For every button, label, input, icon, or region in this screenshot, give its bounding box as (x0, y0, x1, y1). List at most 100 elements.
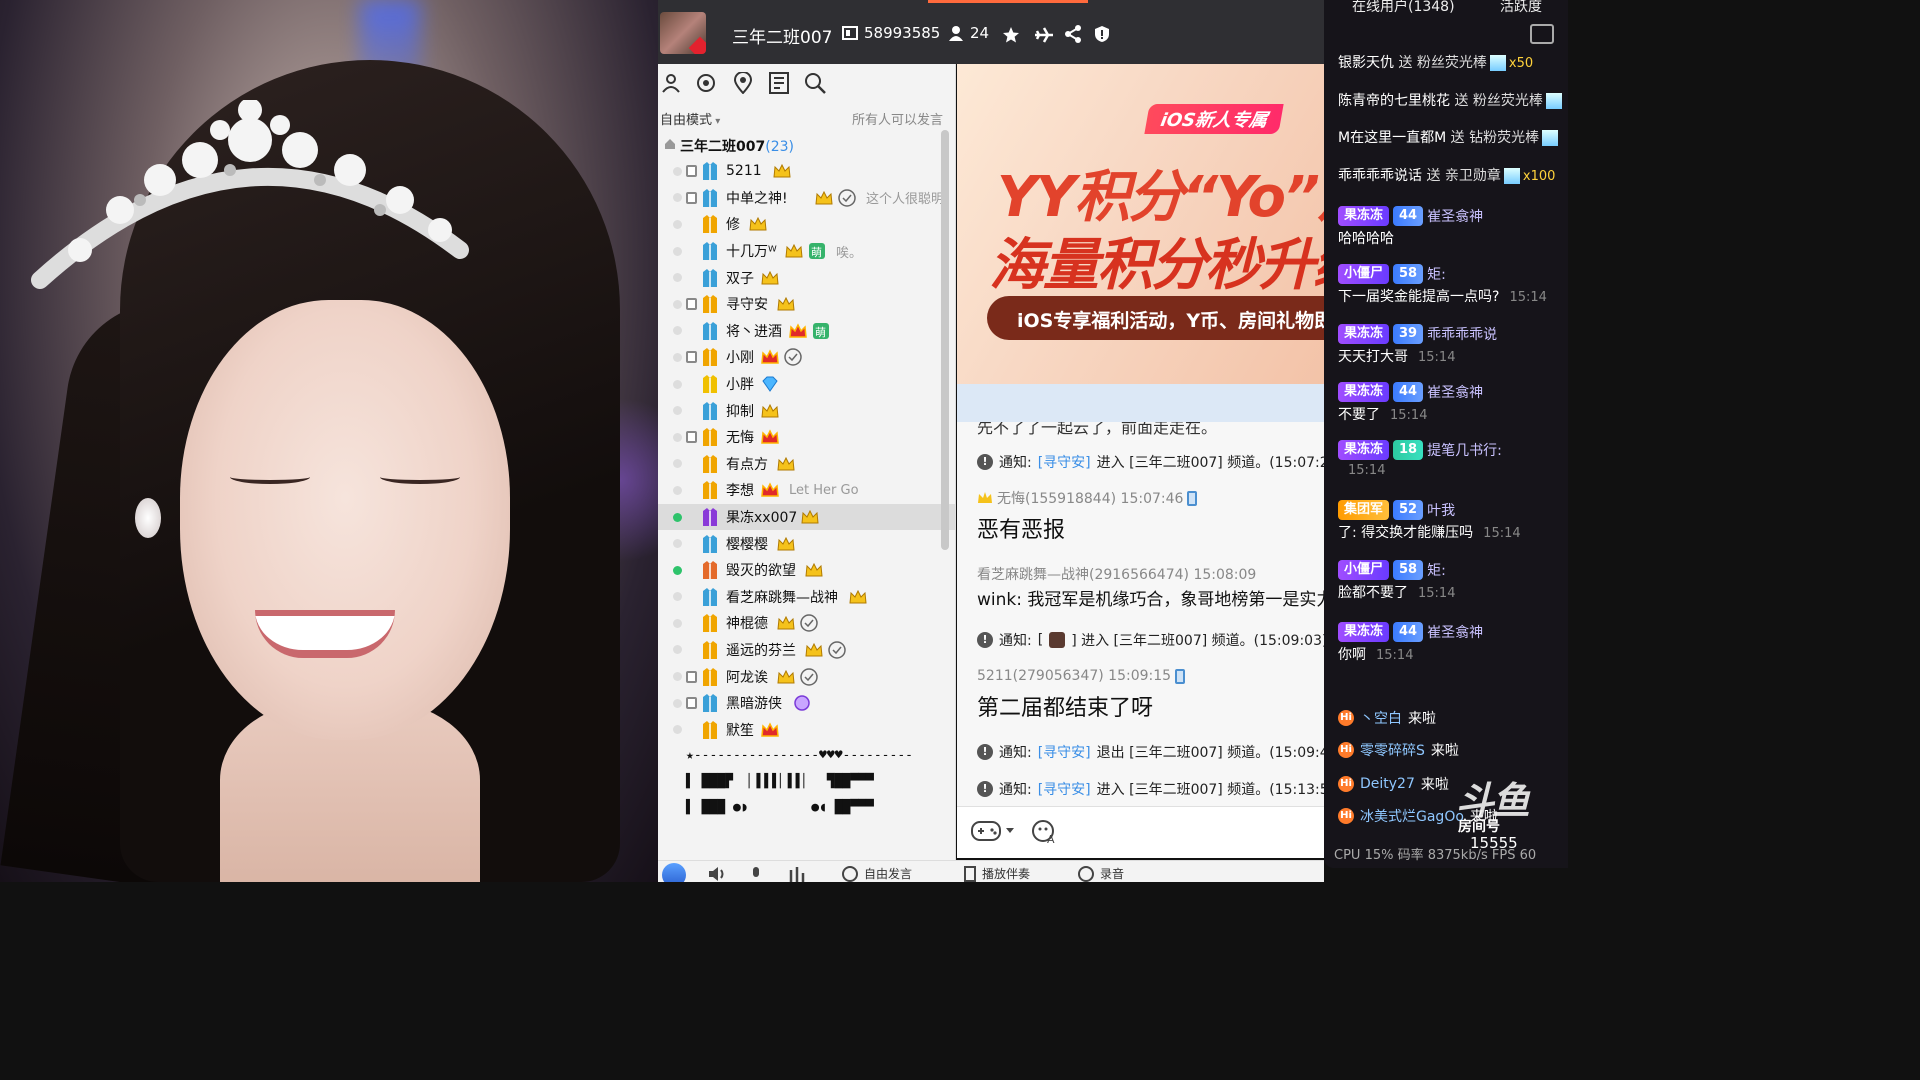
role-vest-icon (703, 508, 717, 527)
member-row[interactable]: 5211 (658, 158, 955, 185)
danmu-user[interactable]: 叶我 (1427, 500, 1455, 520)
member-row[interactable]: 小胖 (658, 371, 955, 398)
share-icon[interactable] (1064, 25, 1082, 43)
fan-level-badge: 58 (1393, 560, 1424, 580)
danmu-user[interactable]: 提笔几书行: (1427, 440, 1502, 460)
enter-user[interactable]: 冰美式烂GagOo (1360, 806, 1464, 826)
member-row[interactable]: 小刚 (658, 344, 955, 371)
decor-text: ▌ ███▛ ▏▌▌▌▏▌▌▏ ▜██▀▀▀ (686, 774, 874, 790)
member-row[interactable]: 无悔 (658, 424, 955, 451)
danmu-content: 天天打大哥 (1338, 349, 1408, 365)
member-row[interactable]: 黑暗游侠 (658, 690, 955, 717)
channel-id-display[interactable]: 58993585 (842, 24, 940, 42)
enter-message: Hi 零零碎碎S 来啦 (1338, 740, 1459, 760)
avatar[interactable] (662, 863, 686, 882)
notice-user-link[interactable]: [寻守安] (1038, 452, 1091, 472)
activity-tab[interactable]: 活跃度 (1500, 0, 1542, 16)
free-speak-button[interactable]: 自由发言 (842, 865, 912, 882)
member-scrollbar[interactable] (941, 130, 949, 550)
status-dot (673, 618, 682, 628)
member-row[interactable]: 樱樱樱 (658, 530, 955, 557)
search-button[interactable] (802, 70, 828, 96)
member-row[interactable]: 李想 Let Her Go (658, 477, 955, 504)
banner-subheadline: 海量积分秒升级 (989, 233, 1324, 298)
member-badges: 萌 (784, 242, 827, 260)
danmu-user[interactable]: 乖乖乖乖说 (1427, 324, 1497, 344)
fan-level-badge: 44 (1393, 206, 1424, 226)
member-row[interactable]: 十几万ᵂ 萌唉。 (658, 238, 955, 265)
notice-user-link[interactable]: [寻守安] (1038, 742, 1091, 762)
member-row[interactable]: 双子 (658, 264, 955, 291)
mic-status-icon (686, 165, 697, 178)
enter-user[interactable]: Deity27 (1360, 776, 1415, 792)
member-name: 将丶进酒 (726, 323, 782, 340)
channel-tree-name: 三年二班007(23) (680, 136, 794, 156)
mic-icon[interactable] (748, 866, 764, 882)
message-sender[interactable]: 无悔(155918844) 15:07:46 (997, 488, 1183, 508)
member-row[interactable]: 默笙 (658, 716, 955, 743)
enter-user[interactable]: 零零碎碎S (1360, 740, 1425, 760)
message-body: wink: 我冠军是机缘巧合，象哥地榜第一是实力 (977, 590, 1324, 610)
location-tab-button[interactable] (730, 70, 756, 96)
accompaniment-button[interactable]: 播放伴奏 (964, 865, 1030, 882)
notice-user-link[interactable]: [寻守安] (1038, 779, 1091, 799)
notice-tab-button[interactable] (766, 70, 792, 96)
promo-banner[interactable]: iOS新人专属 YY积分“Yo”加速 海量积分秒升级 iOS专享福利活动，Y币、… (957, 64, 1324, 384)
chevron-down-icon[interactable] (1005, 827, 1015, 835)
gift-sender[interactable]: 陈青帝的七里桃花 (1338, 93, 1450, 109)
message-sender[interactable]: 5211(279056347) 15:09:15 (977, 668, 1171, 684)
danmu-user[interactable]: 矩: (1427, 264, 1446, 284)
danmu-header: 果冻冻 44 崔圣翕神 (1338, 620, 1483, 644)
message-sender[interactable]: 看芝麻跳舞—战神(2916566474) 15:08:09 (977, 564, 1256, 584)
mic-status-icon (686, 697, 697, 710)
channel-tree-root[interactable]: 三年二班007(23) (658, 130, 955, 158)
member-row[interactable]: 有点方 (658, 451, 955, 478)
member-row[interactable]: 寻守安 (658, 291, 955, 318)
plane-icon[interactable] (1034, 26, 1054, 44)
gift-sender[interactable]: 乖乖乖乖说话 (1338, 168, 1422, 184)
member-badges (848, 588, 868, 606)
mode-dropdown[interactable]: 自由模式 (660, 109, 720, 128)
member-row[interactable]: 神棍德 (658, 610, 955, 637)
member-row[interactable]: 看芝麻跳舞—战神 (658, 584, 955, 611)
online-users-tab[interactable]: 在线用户(1348) (1352, 0, 1455, 16)
equalizer-icon[interactable] (788, 866, 806, 882)
shield-badge-icon (800, 667, 818, 686)
danmu-header: 小僵尸 58 矩: (1338, 558, 1446, 582)
member-row[interactable]: 将丶进酒 萌 (658, 318, 955, 345)
music-file-icon (964, 865, 976, 882)
danmu-user[interactable]: 崔圣翕神 (1427, 622, 1483, 642)
star-icon[interactable] (1002, 26, 1020, 44)
role-vest-icon (703, 587, 717, 606)
font-style-icon[interactable]: A (1031, 819, 1057, 845)
danmu-user[interactable]: 崔圣翕神 (1427, 206, 1483, 226)
member-row[interactable]: 抑制 (658, 397, 955, 424)
exit-icon[interactable] (1530, 24, 1554, 44)
member-row[interactable]: 果冻xx007 (658, 503, 955, 531)
gift-sender[interactable]: 银影天仇 (1338, 55, 1394, 71)
red-crown-badge-icon (761, 429, 779, 444)
chat-tab-button[interactable] (694, 70, 720, 96)
record-button[interactable]: 录音 (1078, 865, 1124, 882)
gift-action: 送 亲卫勋章 (1422, 168, 1501, 184)
member-name: 神棍德 (726, 616, 768, 633)
member-row[interactable]: 毁灭的欲望 (658, 557, 955, 584)
shield-icon[interactable] (1094, 25, 1110, 43)
gift-sender[interactable]: M在这里一直都M (1338, 130, 1446, 146)
member-badges (760, 721, 780, 739)
gamepad-icon[interactable] (971, 819, 1001, 843)
enter-user[interactable]: 丶空白 (1360, 708, 1402, 728)
member-tab-button[interactable] (658, 70, 684, 96)
channel-logo[interactable] (660, 12, 706, 54)
speaker-icon[interactable] (708, 866, 728, 882)
crown-badge-icon (849, 589, 867, 604)
danmu-user[interactable]: 崔圣翕神 (1427, 382, 1483, 402)
role-vest-icon (703, 215, 717, 234)
member-row[interactable]: 中单之神! 这个人很聪明 (658, 185, 955, 212)
member-row[interactable]: 阿龙诶 (658, 663, 955, 690)
member-row[interactable]: 遥远的芬兰 (658, 637, 955, 664)
user-avatar-icon[interactable] (1049, 632, 1066, 648)
danmu-user[interactable]: 矩: (1427, 560, 1446, 580)
member-row[interactable]: 修 (658, 211, 955, 238)
online-count-display[interactable]: 24 (948, 24, 989, 42)
